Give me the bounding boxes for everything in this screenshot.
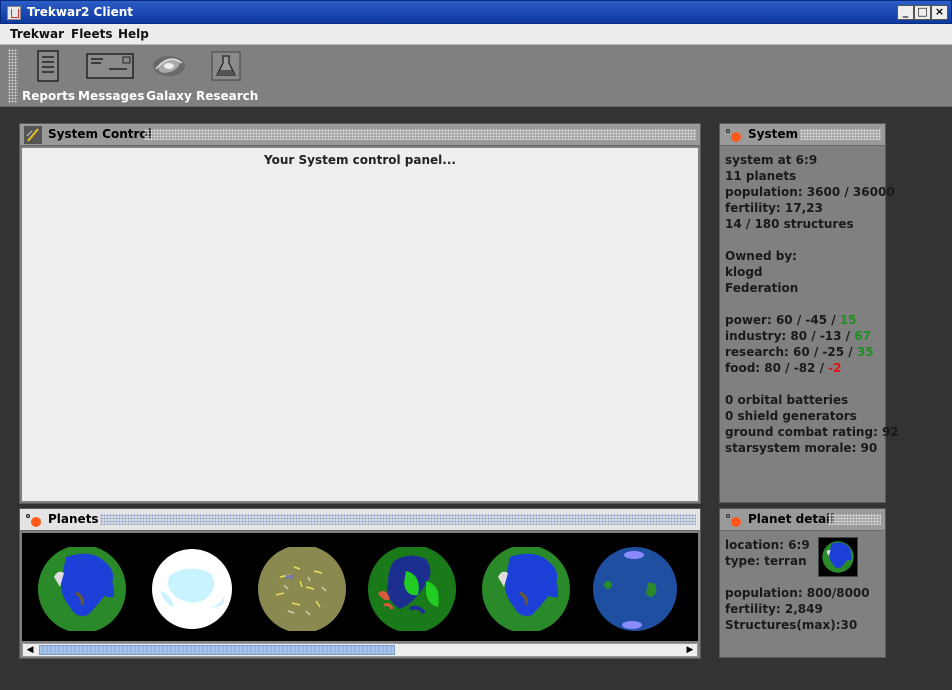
- planet-ice-icon[interactable]: [150, 547, 234, 631]
- industry-net: 67: [854, 329, 871, 343]
- starsystem-morale: starsystem morale: 90: [725, 441, 878, 455]
- scrollbar-thumb[interactable]: [39, 645, 395, 655]
- scroll-right-arrow-icon[interactable]: ▶: [683, 644, 697, 656]
- system-frame: System system at 6:9 11 planets populati…: [719, 123, 899, 503]
- planet-detail-frame: Planet detail location: 6:9 type: terran…: [719, 508, 886, 658]
- pen-icon: [24, 126, 42, 144]
- messages-icon: [86, 53, 134, 79]
- planets-titlebar[interactable]: Planets: [20, 509, 700, 531]
- owned-by-label: Owned by:: [725, 249, 797, 263]
- system-location: system at 6:9: [725, 153, 818, 167]
- system-control-frame: System Control Your System control panel…: [19, 123, 701, 504]
- planet-terran-icon[interactable]: [480, 547, 572, 631]
- menu-trekwar[interactable]: Trekwar: [10, 27, 64, 41]
- planet-terran-icon: [822, 541, 854, 573]
- owner-name: klogd: [725, 265, 763, 279]
- planets-scrollbar[interactable]: ◀ ▶: [22, 643, 698, 657]
- window-title: Trekwar2 Client: [27, 5, 133, 19]
- power-net: 15: [839, 313, 857, 327]
- planet-structures: Structures(max):30: [725, 618, 858, 632]
- toolbar: Reports Messages Galaxy Research: [0, 45, 952, 107]
- messages-button[interactable]: Messages: [78, 49, 145, 103]
- planet-detail-title: Planet detail: [748, 512, 835, 526]
- reports-icon: [37, 50, 59, 82]
- system-control-message: Your System control panel...: [264, 153, 456, 167]
- title-grip: [800, 129, 881, 140]
- menu-fleets[interactable]: Fleets: [71, 27, 112, 41]
- window-titlebar: Trekwar2 Client _ □ ×: [0, 0, 952, 24]
- system-titlebar[interactable]: System: [720, 124, 885, 146]
- ground-combat-rating: ground combat rating: 92: [725, 425, 899, 439]
- owner-faction: Federation: [725, 281, 799, 295]
- planet-detail-titlebar[interactable]: Planet detail: [720, 509, 885, 531]
- planets-frame: Planets ◀ ▶: [19, 508, 701, 659]
- system-fertility: fertility: 17,23: [725, 201, 823, 215]
- messages-label: Messages: [78, 89, 145, 103]
- industry-stat: industry: 80 / -13 / 67: [725, 329, 871, 343]
- close-button[interactable]: ×: [931, 5, 948, 20]
- food-net: -2: [828, 361, 842, 375]
- planet-jungle-icon[interactable]: [366, 547, 458, 631]
- system-planets: 11 planets: [725, 169, 797, 183]
- planet-thumbnail: [818, 537, 858, 577]
- planet-desert-icon[interactable]: [256, 547, 348, 631]
- desktop-area: System Control Your System control panel…: [0, 108, 952, 690]
- research-net: 35: [856, 345, 874, 359]
- scroll-left-arrow-icon[interactable]: ◀: [23, 644, 37, 656]
- power-stat: power: 60 / -45 / 15: [725, 313, 857, 327]
- food-stat: food: 80 / -82 / -2: [725, 361, 842, 375]
- planet-ocean-icon[interactable]: [592, 547, 678, 631]
- research-label: Research: [196, 89, 259, 103]
- title-grip: [828, 514, 881, 525]
- research-button[interactable]: Research: [196, 49, 259, 103]
- menubar: Trekwar Fleets Help: [0, 24, 952, 45]
- reports-label: Reports: [22, 89, 76, 103]
- system-stats: system at 6:9 11 planets population: 360…: [725, 152, 899, 456]
- system-control-content: Your System control panel...: [22, 148, 698, 501]
- planet-list: [22, 533, 698, 641]
- toolbar-grip[interactable]: [8, 49, 18, 103]
- planets-title: Planets: [48, 512, 99, 526]
- galaxy-icon: [153, 56, 185, 76]
- star-system-icon: [726, 129, 741, 142]
- menu-help[interactable]: Help: [118, 27, 149, 41]
- system-control-titlebar[interactable]: System Control: [20, 124, 700, 146]
- system-control-title: System Control: [48, 127, 152, 141]
- minimize-button[interactable]: _: [897, 5, 914, 20]
- star-system-icon: [26, 514, 41, 527]
- planet-terran-icon[interactable]: [36, 547, 128, 631]
- galaxy-button[interactable]: Galaxy: [146, 49, 192, 103]
- java-app-icon: [7, 6, 21, 20]
- research-icon: [211, 51, 241, 81]
- planet-population: population: 800/8000: [725, 586, 870, 600]
- orbital-batteries: 0 orbital batteries: [725, 393, 849, 407]
- shield-generators: 0 shield generators: [725, 409, 857, 423]
- system-population: population: 3600 / 36000: [725, 185, 895, 199]
- title-grip: [144, 129, 696, 140]
- research-stat: research: 60 / -25 / 35: [725, 345, 874, 359]
- system-structures: 14 / 180 structures: [725, 217, 854, 231]
- reports-button[interactable]: Reports: [22, 49, 76, 103]
- maximize-button[interactable]: □: [914, 5, 931, 20]
- star-system-icon: [726, 514, 741, 527]
- planet-fertility: fertility: 2,849: [725, 602, 823, 616]
- title-grip: [100, 514, 696, 525]
- system-title: System: [748, 127, 798, 141]
- galaxy-label: Galaxy: [146, 89, 192, 103]
